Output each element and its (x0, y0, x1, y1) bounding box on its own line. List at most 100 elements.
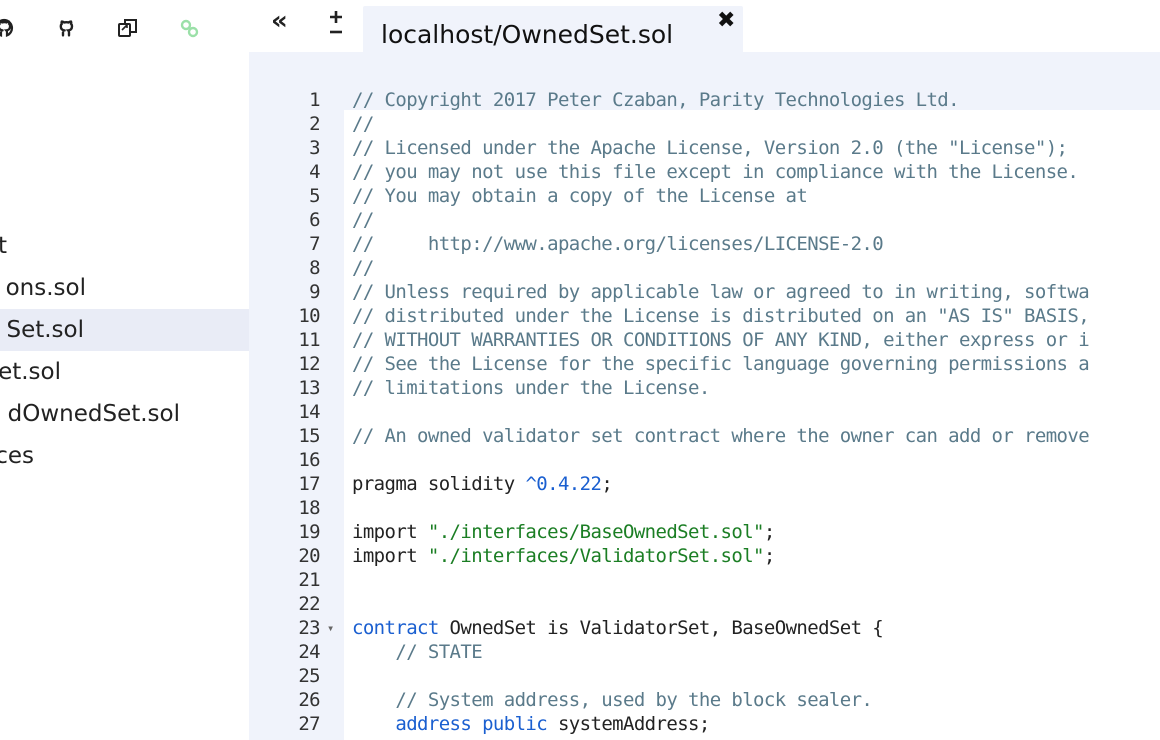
code-text: address public systemAddress; (352, 712, 710, 736)
collapse-panel-button[interactable]: « (271, 6, 288, 36)
code-text: // WITHOUT WARRANTIES OR CONDITIONS OF A… (352, 328, 1090, 352)
line-number: 26 (298, 689, 320, 711)
close-tab-icon[interactable]: ✖ (717, 8, 735, 33)
code-line[interactable]: 9 // Unless required by applicable law or… (249, 280, 1160, 304)
code-line[interactable]: 2 // (249, 112, 1160, 136)
line-number: 11 (298, 329, 320, 351)
code-line[interactable]: 1 // Copyright 2017 Peter Czaban, Parity … (249, 88, 1160, 112)
code-token: // (352, 257, 374, 279)
github-icon[interactable] (50, 12, 82, 44)
code-line[interactable]: 15 // An owned validator set contract whe… (249, 424, 1160, 448)
file-item-label: et.sol (0, 359, 61, 385)
line-number: 23 (298, 617, 320, 639)
copy-icon[interactable] (112, 12, 144, 44)
code-token: // Unless required by applicable law or … (352, 281, 1090, 303)
code-text: import "./interfaces/BaseOwnedSet.sol"; (352, 520, 775, 544)
code-line[interactable]: 25 (249, 664, 1160, 688)
file-item[interactable]: ons.sol (0, 267, 249, 309)
github-icon[interactable] (0, 12, 20, 44)
code-line[interactable]: 17 pragma solidity ^0.4.22; (249, 472, 1160, 496)
code-line[interactable]: 10 // distributed under the License is di… (249, 304, 1160, 328)
code-line[interactable]: 3 // Licensed under the Apache License, V… (249, 136, 1160, 160)
line-number: 25 (298, 665, 320, 687)
line-number: 7 (309, 233, 320, 255)
code-text: // (352, 256, 374, 280)
code-editor[interactable]: 1 // Copyright 2017 Peter Czaban, Parity … (249, 52, 1160, 740)
code-line[interactable]: 5 // You may obtain a copy of the License… (249, 184, 1160, 208)
code-line[interactable]: 13 // limitations under the License. (249, 376, 1160, 400)
line-number: 5 (309, 185, 320, 207)
code-token: ; (763, 521, 775, 543)
code-text: // Unless required by applicable law or … (352, 280, 1090, 304)
code-text: // See the License for the specific lang… (352, 352, 1090, 376)
file-tree: t ons.sol Set.sol et.sol dOwnedSet.sol ces (0, 225, 249, 477)
code-line[interactable]: 18 (249, 496, 1160, 520)
code-line[interactable]: 19 import "./interfaces/BaseOwnedSet.sol"… (249, 520, 1160, 544)
code-line[interactable]: 7 // http://www.apache.org/licenses/LICEN… (249, 232, 1160, 256)
code-text: // Copyright 2017 Peter Czaban, Parity T… (352, 88, 960, 112)
code-line[interactable]: 11 // WITHOUT WARRANTIES OR CONDITIONS OF… (249, 328, 1160, 352)
file-explorer-panel: t ons.sol Set.sol et.sol dOwnedSet.sol ces (0, 0, 250, 740)
code-token: // Licensed under the Apache License, Ve… (352, 137, 1068, 159)
line-number: 22 (298, 593, 320, 615)
fold-arrow-icon[interactable]: ▾ (327, 616, 334, 640)
code-text: import "./interfaces/ValidatorSet.sol"; (352, 544, 775, 568)
file-item[interactable]: dOwnedSet.sol (0, 393, 249, 435)
code-line[interactable]: 16 (249, 448, 1160, 472)
code-token: // http://www.apache.org/licenses/LICENS… (352, 233, 884, 255)
code-line[interactable]: 4 // you may not use this file except in … (249, 160, 1160, 184)
editor-tab-bar: « localhost/OwnedSet.sol ✖ (249, 0, 1160, 52)
code-line[interactable]: 12 // See the License for the specific la… (249, 352, 1160, 376)
file-item[interactable]: ces (0, 435, 249, 477)
code-line[interactable]: 8 // (249, 256, 1160, 280)
file-item[interactable]: Set.sol (0, 309, 249, 351)
code-token: // (352, 209, 374, 231)
code-line[interactable]: 23 ▾ contract OwnedSet is ValidatorSet, Ba… (249, 616, 1160, 640)
line-number: 17 (298, 473, 320, 495)
tab-title: localhost/OwnedSet.sol (381, 20, 674, 49)
code-token: // Copyright 2017 Peter Czaban, Parity T… (352, 89, 960, 111)
line-number: 14 (298, 401, 320, 423)
code-line[interactable]: 6 // (249, 208, 1160, 232)
code-token: "./interfaces/ValidatorSet.sol" (427, 545, 765, 567)
code-line[interactable]: 22 (249, 592, 1160, 616)
line-number: 6 (309, 209, 320, 231)
link-icon[interactable] (174, 12, 206, 44)
file-item[interactable]: t (0, 225, 249, 267)
file-item-label: t (0, 225, 7, 267)
code-line[interactable]: 27 address public systemAddress; (249, 712, 1160, 736)
line-number: 13 (298, 377, 320, 399)
code-line[interactable]: 24 // STATE (249, 640, 1160, 664)
file-item-label: Set.sol (6, 317, 84, 343)
code-token: "./interfaces/BaseOwnedSet.sol" (427, 521, 765, 543)
code-line[interactable]: 20 import "./interfaces/ValidatorSet.sol"… (249, 544, 1160, 568)
code-token: systemAddress; (547, 713, 710, 735)
code-text: // distributed under the License is dist… (352, 304, 1090, 328)
line-number: 1 (309, 89, 320, 111)
line-number: 9 (309, 281, 320, 303)
code-line[interactable]: 26 // System address, used by the block … (249, 688, 1160, 712)
code-text: // You may obtain a copy of the License … (352, 184, 808, 208)
line-number: 12 (298, 353, 320, 375)
code-text: // http://www.apache.org/licenses/LICENS… (352, 232, 884, 256)
code-text: // (352, 112, 374, 136)
zoom-toggle-button[interactable] (326, 6, 346, 38)
file-item[interactable]: et.sol (0, 351, 249, 393)
code-line[interactable]: 14 (249, 400, 1160, 424)
code-token: // you may not use this file except in c… (352, 161, 1079, 183)
file-item-label: dOwnedSet.sol (7, 401, 180, 427)
file-item-label: ons.sol (5, 275, 86, 301)
code-token: ; (763, 545, 775, 567)
code-token: // WITHOUT WARRANTIES OR CONDITIONS OF A… (352, 329, 1090, 351)
remix-ide-window: t ons.sol Set.sol et.sol dOwnedSet.sol ces « … (0, 0, 1160, 740)
tab-ownedset[interactable]: localhost/OwnedSet.sol ✖ (363, 6, 743, 52)
code-token: // STATE (395, 641, 483, 663)
code-token: OwnedSet is ValidatorSet, BaseOwnedSet { (438, 617, 884, 639)
code-token: public (482, 713, 548, 735)
code-line[interactable]: 21 (249, 568, 1160, 592)
line-number: 18 (298, 497, 320, 519)
